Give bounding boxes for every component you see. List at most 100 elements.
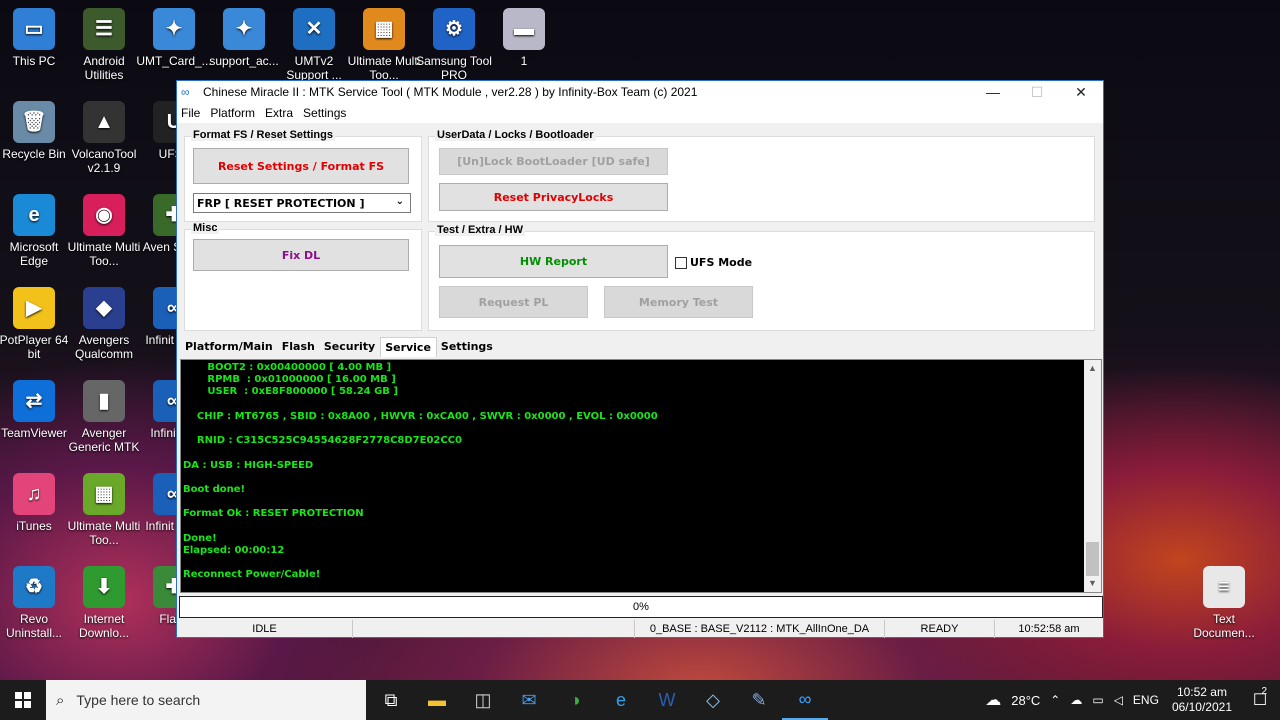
file-explorer-icon[interactable]: ▬ [414,680,460,720]
desktop-icon[interactable]: ✦ support_ac... [205,8,283,68]
desktop-icon-label: Samsung Tool PRO [416,54,492,82]
fix-dl-button[interactable]: Fix DL [193,239,409,271]
cm2-taskbar-icon[interactable]: ∞ [782,680,828,720]
menu-settings[interactable]: Settings [303,106,346,120]
reset-settings-button[interactable]: Reset Settings / Format FS [193,148,409,184]
ufs-mode-label: UFS Mode [690,256,753,269]
desktop-icon-label: Ultimate Multi Too... [67,240,141,268]
log-console[interactable]: BOOT2 : 0x00400000 [ 4.00 MB ] RPMB : 0x… [180,359,1102,593]
tab-flash[interactable]: Flash [278,337,320,357]
close-button[interactable]: ✕ [1059,81,1103,103]
desktop-icon[interactable]: ♫ iTunes [0,473,73,533]
desktop-icon-label: Avenger Generic MTK [68,426,140,454]
log-line: Format Ok : RESET PROTECTION [183,508,364,520]
hw-report-button[interactable]: HW Report [439,245,668,278]
volume-icon[interactable]: ◁ [1114,693,1123,707]
taskbar-search[interactable]: ⌕ Type here to search [46,680,366,720]
app-icon: ♫ [13,473,55,515]
chevron-up-icon[interactable]: ⌃ [1050,693,1060,707]
format-group-title: Format FS / Reset Settings [191,129,335,141]
log-line: USER : 0xE8F800000 [ 58.24 GB ] [183,386,398,398]
reset-privacylocks-button[interactable]: Reset PrivacyLocks [439,183,668,211]
log-lines: BOOT2 : 0x00400000 [ 4.00 MB ] RPMB : 0x… [183,362,1083,582]
request-pl-button[interactable]: Request PL [439,286,588,318]
start-button[interactable] [0,680,46,720]
menu-extra[interactable]: Extra [265,106,293,120]
checkbox-box[interactable] [675,256,687,269]
desktop-icon[interactable]: ▮ Avenger Generic MTK [65,380,143,454]
notification-center-icon[interactable]: ☐ 2 [1240,686,1280,710]
desktop-icon[interactable]: ✕ UMTv2 Support ... [275,8,353,82]
menu-platform[interactable]: Platform [210,106,255,120]
desktop-icon[interactable]: 🗑 Recycle Bin [0,101,73,161]
notepad-icon[interactable]: ◇ [690,680,736,720]
menu-file[interactable]: File [181,106,200,120]
desktop-icon-label: Ultimate Multi Too... [67,519,141,547]
weather-temp[interactable]: 28°C [1011,693,1040,708]
desktop-icon[interactable]: ♻ Revo Uninstall... [0,566,73,640]
scroll-down-icon[interactable]: ▼ [1084,575,1101,592]
log-line: Boot done! [183,483,246,495]
infinity-logo-icon: ∞ [181,85,190,99]
desktop-icon[interactable]: ✦ UMT_Card_... [135,8,213,68]
desktop-icon[interactable]: ◉ Ultimate Multi Too... [65,194,143,268]
task-view-icon[interactable]: ⧉ [368,680,414,720]
mail-icon[interactable]: ✉ [506,680,552,720]
tab-settings[interactable]: Settings [437,337,498,357]
maps-icon[interactable]: ◑ [552,680,598,720]
app-icon: ⬇ [83,566,125,608]
memory-test-button[interactable]: Memory Test [604,286,753,318]
log-scrollbar[interactable]: ▲ ▼ [1084,360,1101,592]
desktop-icon[interactable]: ▲ VolcanoTool v2.1.9 [65,101,143,175]
desktop-icon[interactable]: ▬ 1 [485,8,563,68]
desktop-icon[interactable]: ▶ PotPlayer 64 bit [0,287,73,361]
desktop-icon-label: Ultimate Multi Too... [347,54,421,82]
word-icon[interactable]: W [644,680,690,720]
desktop-icon[interactable]: ⇄ TeamViewer [0,380,73,440]
clock[interactable]: 10:52 am 06/10/2021 [1172,685,1232,715]
maximize-button[interactable]: ☐ [1015,81,1059,103]
desktop-icon[interactable]: ⚙ Samsung Tool PRO [415,8,493,82]
language-indicator[interactable]: ENG [1133,693,1159,707]
network-icon[interactable]: ▭ [1092,693,1103,707]
taskbar: ⌕ Type here to search ⧉ ▬ ◫ ✉ ◑ e W ◇ ✎ … [0,680,1280,720]
edge-icon[interactable]: e [598,680,644,720]
desktop-icon[interactable]: ▭ This PC [0,8,73,68]
weather-icon[interactable]: ☁ [985,690,1001,710]
app-icon: ▲ [83,101,125,143]
store-icon[interactable]: ◫ [460,680,506,720]
unlock-bootloader-button[interactable]: [Un]Lock BootLoader [UD safe] [439,148,668,175]
desktop-icon[interactable]: ◆ Avengers Qualcomm [65,287,143,361]
app-icon: ≡ [1203,566,1245,608]
desktop-icon[interactable]: ▦ Ultimate Multi Too... [65,473,143,547]
tab-platform-main[interactable]: Platform/Main [181,337,278,357]
status-time: 10:52:58 am [1018,623,1080,635]
minimize-button[interactable]: — [971,81,1015,103]
tab-security[interactable]: Security [320,337,380,357]
desktop-icon-label: UMTv2 Support ... [286,54,342,82]
scroll-up-icon[interactable]: ▲ [1084,360,1101,377]
tab-service[interactable]: Service [380,337,437,357]
ufs-mode-checkbox[interactable]: UFS Mode [675,256,752,269]
desktop-icon[interactable]: ▦ Ultimate Multi Too... [345,8,423,82]
menu-bar: File Platform Extra Settings [177,103,1103,123]
notification-count: 2 [1261,686,1267,697]
log-line: Elapsed: 00:00:12 [183,544,285,556]
desktop-icon-label: Avengers Qualcomm [74,333,133,361]
log-line: DA : USB : HIGH-SPEED [183,459,314,471]
app-icon[interactable]: ✎ [736,680,782,720]
desktop-icon[interactable]: e Microsoft Edge [0,194,73,268]
frp-select[interactable]: FRP [ RESET PROTECTION ] ⌄ [193,193,411,213]
desktop-icon[interactable]: ≡ Text Documen... [1185,566,1263,640]
desktop-icon[interactable]: ⬇ Internet Downlo... [65,566,143,640]
desktop-icon-label: This PC [12,54,56,68]
scroll-thumb[interactable] [1086,542,1099,576]
log-line: Done! [183,532,217,544]
cloud-icon[interactable]: ☁ [1070,693,1082,707]
title-bar[interactable]: ∞ Chinese Miracle II : MTK Service Tool … [177,81,1103,103]
desktop-icon[interactable]: ☰ Android Utilities [65,8,143,82]
chevron-down-icon: ⌄ [395,196,404,207]
